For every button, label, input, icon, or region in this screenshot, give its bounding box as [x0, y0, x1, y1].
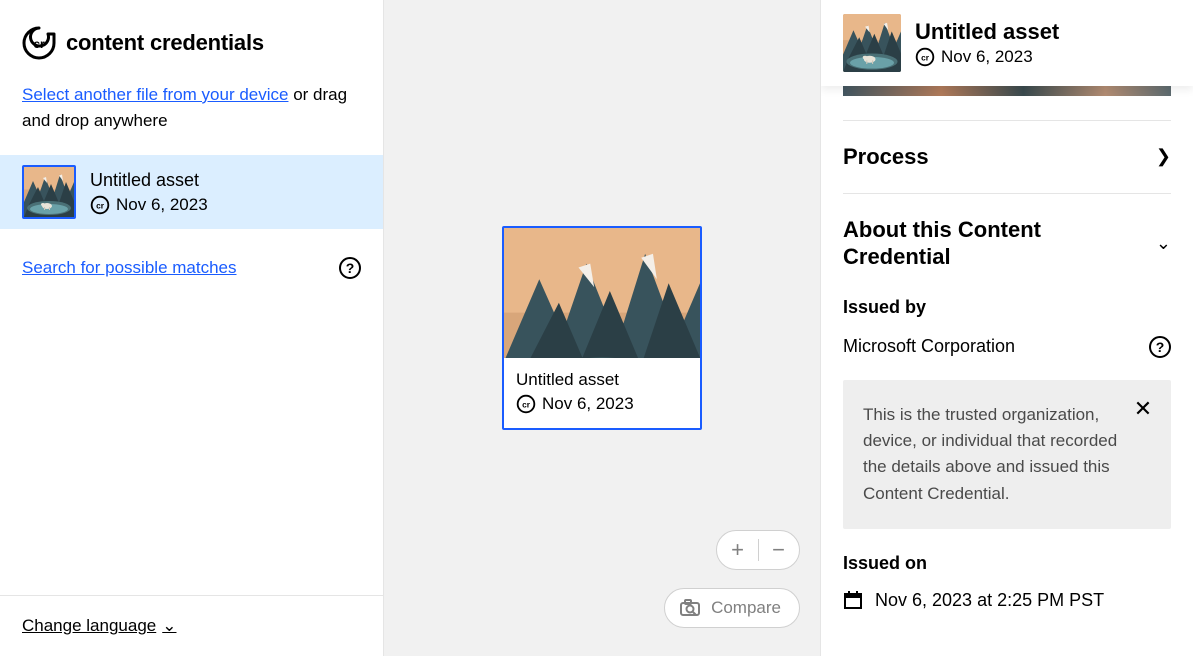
calendar-icon [843, 590, 863, 610]
card-date: Nov 6, 2023 [542, 394, 634, 414]
change-language-label: Change language [22, 616, 156, 636]
process-title: Process [843, 143, 929, 171]
chevron-right-icon: ❯ [1156, 146, 1171, 167]
asset-title: Untitled asset [90, 170, 208, 191]
compare-label: Compare [711, 598, 781, 618]
asset-card-image [504, 228, 700, 358]
canvas: Untitled asset Nov 6, 2023 + − Compare [384, 0, 821, 656]
about-title: About this Content Credential [843, 216, 1083, 271]
zoom-control: + − [716, 530, 800, 570]
issued-on-label: Issued on [843, 553, 1171, 574]
preview-image-strip [843, 86, 1171, 96]
details-date: Nov 6, 2023 [941, 47, 1033, 67]
file-select-text: Select another file from your device or … [0, 76, 383, 155]
asset-card[interactable]: Untitled asset Nov 6, 2023 [502, 226, 702, 430]
cr-badge-icon [90, 195, 110, 215]
issued-by-label: Issued by [843, 297, 1171, 318]
details-body[interactable]: Process ❯ About this Content Credential … [821, 86, 1193, 656]
select-file-link[interactable]: Select another file from your device [22, 85, 288, 104]
zoom-out-button[interactable]: − [759, 537, 799, 563]
close-icon[interactable]: ✕ [1131, 398, 1155, 422]
left-sidebar: content credentials Select another file … [0, 0, 384, 656]
section-process[interactable]: Process ❯ [843, 143, 1171, 171]
brand-logo-icon [22, 26, 56, 60]
details-panel: Untitled asset Nov 6, 2023 Process ❯ Abo… [821, 0, 1193, 656]
brand-name: content credentials [66, 30, 264, 56]
details-header: Untitled asset Nov 6, 2023 [821, 0, 1193, 86]
details-title: Untitled asset [915, 19, 1059, 45]
zoom-in-button[interactable]: + [718, 537, 758, 563]
issued-on-value: Nov 6, 2023 at 2:25 PM PST [875, 590, 1104, 611]
help-icon[interactable]: ? [339, 257, 361, 279]
info-callout: This is the trusted organization, device… [843, 380, 1171, 529]
card-title: Untitled asset [516, 370, 688, 390]
info-text: This is the trusted organization, device… [863, 402, 1151, 507]
cr-badge-icon [516, 394, 536, 414]
compare-icon [679, 598, 701, 618]
asset-date: Nov 6, 2023 [116, 195, 208, 215]
brand: content credentials [0, 0, 383, 76]
cr-badge-icon [915, 47, 935, 67]
help-icon[interactable]: ? [1149, 336, 1171, 358]
details-thumbnail [843, 14, 901, 72]
chevron-down-icon: ⌄ [1156, 233, 1171, 254]
chevron-down-icon: ⌄ [162, 616, 176, 636]
search-matches-link[interactable]: Search for possible matches [22, 258, 237, 278]
section-about[interactable]: About this Content Credential ⌄ [843, 216, 1171, 271]
asset-thumbnail [22, 165, 76, 219]
compare-button[interactable]: Compare [664, 588, 800, 628]
change-language-button[interactable]: Change language ⌄ [22, 616, 176, 636]
asset-list-item[interactable]: Untitled asset Nov 6, 2023 [0, 155, 383, 229]
issuer-name: Microsoft Corporation [843, 336, 1015, 357]
